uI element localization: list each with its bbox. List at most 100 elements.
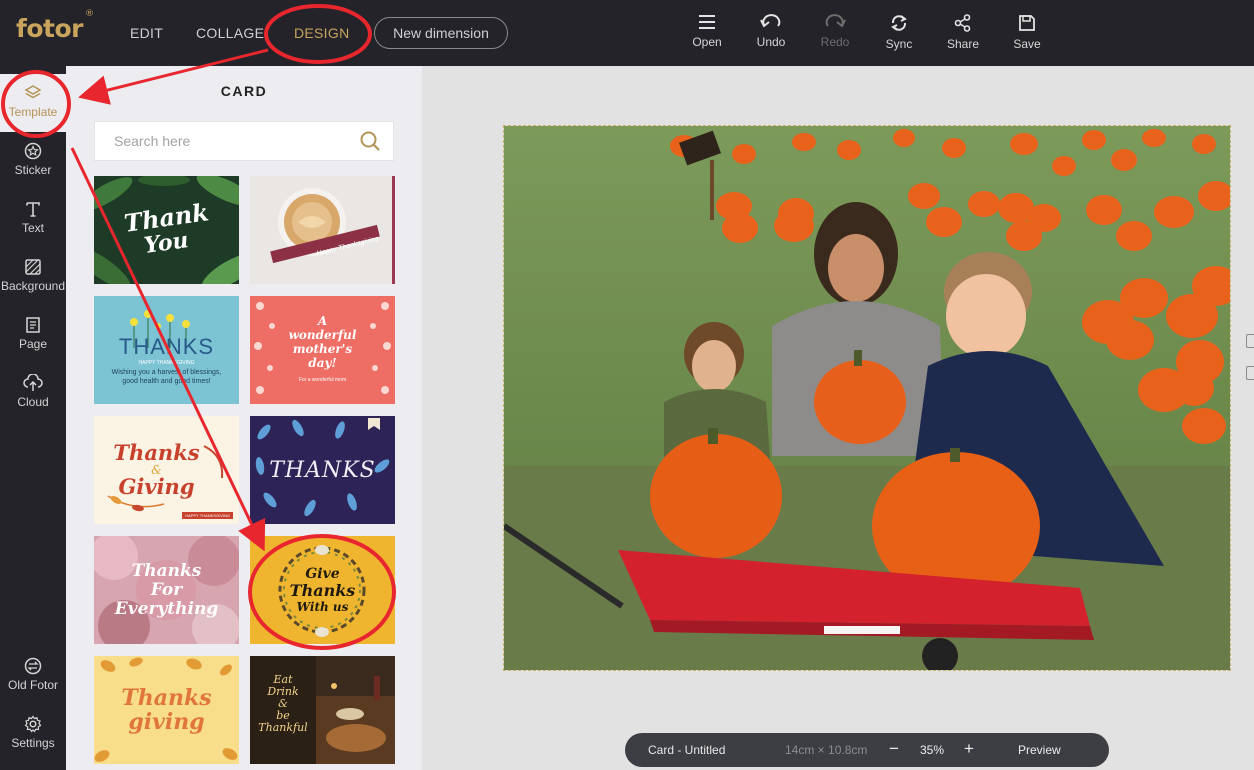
sync-label: Sync xyxy=(885,37,913,51)
nav-collage[interactable]: COLLAGE xyxy=(196,25,264,41)
cloud-upload-icon xyxy=(23,374,43,391)
template-card-thanks-for-everything[interactable]: Thanks For Everything xyxy=(94,536,239,644)
undo-label: Undo xyxy=(756,35,786,49)
template-line: THANKS xyxy=(269,457,376,483)
template-search xyxy=(94,121,394,161)
document-name[interactable]: Card - Untitled xyxy=(648,743,725,757)
sidebar-item-background[interactable]: Background xyxy=(0,258,66,293)
open-button[interactable]: Open xyxy=(677,14,737,58)
sidebar-item-label: Text xyxy=(21,221,44,235)
search-icon[interactable] xyxy=(359,130,381,152)
template-card-mothers-day[interactable]: A wonderful mother's day! For a wonderfu… xyxy=(250,296,395,404)
zoom-level: 35% xyxy=(920,743,945,757)
template-line: Wishing you a harvest of blessings, xyxy=(111,368,222,376)
registered-mark: ® xyxy=(85,8,94,19)
save-icon xyxy=(1019,15,1035,31)
zoom-out-button[interactable]: − xyxy=(889,739,899,759)
template-card-thanksgiving-pie[interactable]: Happy Thanksgiving xyxy=(250,176,395,284)
template-card-thank-you[interactable]: Thank You xyxy=(94,176,239,284)
template-line: Thanks xyxy=(289,581,356,600)
share-label: Share xyxy=(946,37,980,51)
save-button[interactable]: Save xyxy=(997,14,1057,58)
pumpkin-patch-photo xyxy=(504,126,1230,670)
template-line: day! xyxy=(308,356,337,370)
nav-design[interactable]: DESIGN xyxy=(294,25,349,41)
menu-icon xyxy=(699,15,715,29)
save-label: Save xyxy=(1013,37,1041,51)
sidebar-item-label: Sticker xyxy=(14,163,52,177)
template-card-thanks-feathers[interactable]: THANKS xyxy=(250,416,395,524)
sidebar-item-label: Settings xyxy=(11,736,55,750)
nav-edit[interactable]: EDIT xyxy=(130,25,163,41)
template-line: You xyxy=(142,227,191,259)
template-line: good health and good times! xyxy=(122,377,211,385)
page-icon xyxy=(26,317,40,333)
sidebar-item-sticker[interactable]: Sticker xyxy=(0,142,66,177)
sidebar-item-label: Template xyxy=(8,105,58,119)
redo-button[interactable]: Redo xyxy=(805,14,865,58)
fotor-logo[interactable]: fotor® xyxy=(16,9,94,43)
template-line: THANKS xyxy=(118,333,215,359)
background-icon xyxy=(25,259,41,275)
sidebar-item-old-fotor[interactable]: Old Fotor xyxy=(0,657,66,692)
template-card-eat-drink[interactable]: Eat Drink & be Thankful xyxy=(250,656,395,764)
side-handle-icon[interactable] xyxy=(1246,366,1254,380)
template-text: THANKS xyxy=(250,416,395,524)
preview-button[interactable]: Preview xyxy=(1018,743,1061,757)
template-line: Thanks xyxy=(121,685,212,711)
template-text: Happy Thanksgiving xyxy=(250,176,395,284)
redo-label: Redo xyxy=(820,35,850,49)
template-line: Thanks xyxy=(131,560,202,581)
sidebar-item-settings[interactable]: Settings xyxy=(0,715,66,750)
gear-icon xyxy=(24,715,42,733)
template-line: Everything xyxy=(114,598,219,619)
brand-name: fotor xyxy=(16,14,84,43)
switch-icon xyxy=(24,657,42,675)
template-line: giving xyxy=(128,709,205,735)
undo-icon xyxy=(760,14,781,28)
sidebar-item-label: Old Fotor xyxy=(7,678,58,692)
template-text: Thanks & Giving xyxy=(94,416,239,524)
template-panel: CARD Thank You Happy Thanksgiving xyxy=(66,66,422,770)
side-handle-icon[interactable] xyxy=(1246,334,1254,348)
template-line: Give xyxy=(305,566,340,582)
template-line: For a wonderful mom xyxy=(298,377,347,383)
template-card-thanks-blue[interactable]: THANKS HAPPY THANKSGIVING Wishing you a … xyxy=(94,296,239,404)
template-card-give-thanks[interactable]: Give Thanks With us xyxy=(250,536,395,644)
tool-sidebar: Template Sticker Text Background Page Cl… xyxy=(0,66,66,770)
share-button[interactable]: Share xyxy=(933,14,993,58)
zoom-in-button[interactable]: + xyxy=(964,739,974,759)
template-line: Thankful xyxy=(258,721,308,734)
sidebar-item-text[interactable]: Text xyxy=(0,200,66,235)
template-text: A wonderful mother's day! For a wonderfu… xyxy=(250,296,395,404)
template-text: THANKS HAPPY THANKSGIVING Wishing you a … xyxy=(94,296,239,404)
search-input[interactable] xyxy=(95,122,345,160)
sidebar-item-cloud[interactable]: Cloud xyxy=(0,374,66,409)
sidebar-item-template[interactable]: Template xyxy=(0,84,66,119)
template-line: For xyxy=(150,579,183,600)
sidebar-item-label: Page xyxy=(18,337,48,351)
template-text: Eat Drink & be Thankful xyxy=(250,656,316,764)
template-line: HAPPY THANKSGIVING xyxy=(138,359,195,366)
sidebar-item-page[interactable]: Page xyxy=(0,316,66,351)
sync-button[interactable]: Sync xyxy=(869,14,929,58)
template-line: A xyxy=(317,314,328,328)
template-text: Thank You xyxy=(94,176,239,284)
template-card-thanks-and-giving[interactable]: Thanks & Giving HAPPY THANKSGIVING xyxy=(94,416,239,524)
undo-button[interactable]: Undo xyxy=(741,14,801,58)
template-line: With us xyxy=(296,600,349,614)
sidebar-item-label: Background xyxy=(0,279,66,293)
design-canvas-photo[interactable] xyxy=(503,125,1231,671)
new-dimension-button[interactable]: New dimension xyxy=(374,17,508,49)
template-line: mother's xyxy=(292,342,353,356)
text-icon xyxy=(26,202,40,217)
template-text: Thanks giving xyxy=(94,656,239,764)
template-text: Thanks For Everything xyxy=(94,536,239,644)
redo-icon xyxy=(825,14,846,28)
template-line: Giving xyxy=(118,474,195,499)
template-line: wonderful xyxy=(288,328,357,342)
status-bar: Card - Untitled 14cm × 10.8cm − 35% + Pr… xyxy=(625,733,1109,767)
sidebar-item-label: Cloud xyxy=(17,395,49,409)
template-text: Give Thanks With us xyxy=(250,536,395,644)
template-card-thanksgiving-yellow[interactable]: Thanks giving xyxy=(94,656,239,764)
